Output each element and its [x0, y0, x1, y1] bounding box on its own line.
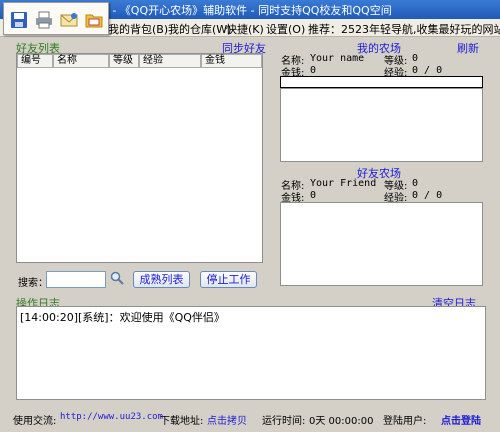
my-farm-bar: [280, 76, 483, 88]
my-name-value: Your name: [310, 53, 365, 64]
friend-gold-value: 0: [310, 190, 317, 201]
column-header[interactable]: 经验: [139, 54, 201, 68]
column-header[interactable]: 金钱: [201, 54, 262, 68]
login-label: 登陆用户:: [383, 416, 427, 427]
download-link[interactable]: 点击拷贝: [207, 412, 247, 427]
quick-toolbar: [3, 2, 109, 35]
my-level-value: 0: [412, 53, 419, 64]
exchange-link[interactable]: http://www.uu23.com: [60, 412, 163, 422]
friends-list-table[interactable]: 编号 名称 等级 经验 金钱: [16, 53, 263, 263]
column-header[interactable]: 名称: [53, 54, 109, 68]
search-icon[interactable]: [110, 271, 124, 285]
menu-item-shortcut[interactable]: 快捷(K): [226, 21, 264, 37]
log-line: [14:00:20][系统]：欢迎使用《QQ伴侣》: [20, 311, 225, 324]
friend-exp-value: 0 / 0: [412, 190, 443, 201]
column-header[interactable]: 等级: [109, 54, 139, 68]
friend-level-value: 0: [412, 178, 419, 189]
runtime-value: 0天 00:00:00: [309, 416, 374, 427]
folder-icon[interactable]: [84, 10, 104, 30]
log-text-area[interactable]: [14:00:20][系统]：欢迎使用《QQ伴侣》: [16, 306, 486, 400]
menu-item-recommend[interactable]: 推荐：2523年轻导航,收集最好玩的网站: [308, 21, 500, 37]
mail-icon[interactable]: [59, 10, 79, 30]
my-gold-value: 0: [310, 65, 317, 76]
print-icon[interactable]: [34, 10, 54, 30]
login-link[interactable]: 点击登陆: [441, 412, 481, 427]
column-header[interactable]: 编号: [17, 54, 53, 68]
stop-work-button[interactable]: 停止工作: [200, 271, 257, 288]
menu-item-settings[interactable]: 设置(O): [266, 21, 305, 37]
my-farm-list[interactable]: [280, 88, 483, 162]
friend-farm-list[interactable]: [280, 202, 483, 286]
search-label: 搜索：: [18, 278, 48, 289]
menu-item-backpack[interactable]: 我的背包(B): [108, 21, 168, 37]
runtime-label: 运行时间:: [262, 416, 306, 427]
mature-list-button[interactable]: 成熟列表: [133, 271, 190, 288]
my-exp-value: 0 / 0: [412, 65, 443, 76]
save-icon[interactable]: [9, 10, 29, 30]
exchange-label: 使用交流:: [13, 416, 57, 427]
menu-item-warehouse[interactable]: 我的仓库(W): [168, 21, 231, 37]
download-label: 下载地址:: [160, 416, 204, 427]
friend-name-value: Your Friend: [310, 178, 377, 189]
search-input[interactable]: [46, 271, 106, 288]
refresh-link[interactable]: 刷新: [457, 40, 479, 56]
